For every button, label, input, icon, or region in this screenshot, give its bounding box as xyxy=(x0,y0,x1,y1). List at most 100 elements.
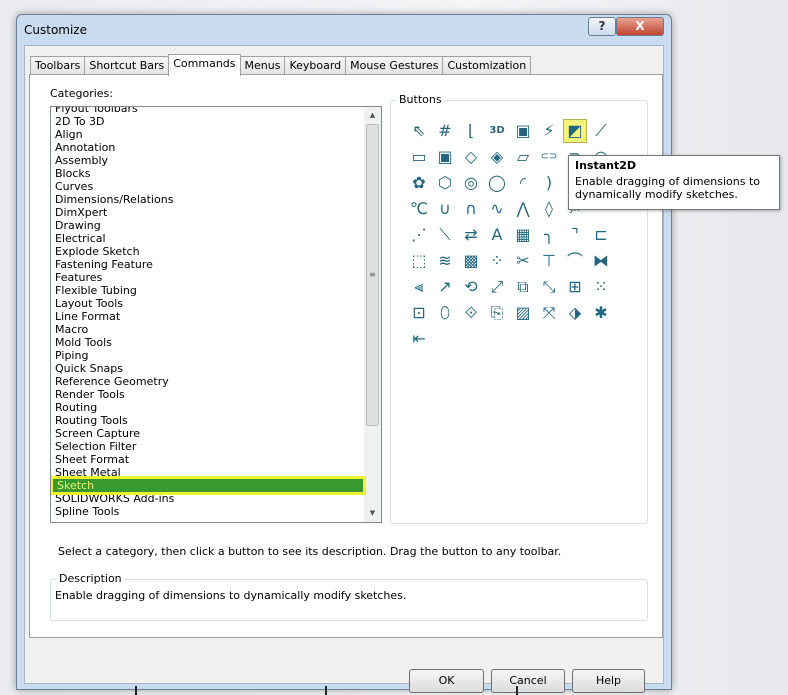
tab-menus[interactable]: Menus xyxy=(239,56,286,76)
category-item[interactable]: Piping xyxy=(51,349,365,362)
tab-customization[interactable]: Customization xyxy=(442,56,532,76)
circular-pattern-icon[interactable]: ⁙ xyxy=(589,275,613,299)
conic-icon[interactable]: ∩ xyxy=(459,197,483,221)
list-scrollbar[interactable]: ▲ ≡ ▼ xyxy=(364,107,381,522)
center-rectangle-icon[interactable]: ▣ xyxy=(433,145,457,169)
instant2d-icon[interactable]: ◩ xyxy=(563,119,587,143)
move-icon[interactable]: ↗ xyxy=(433,275,457,299)
move-entities-icon[interactable]: ⟐ xyxy=(459,301,483,325)
sketch-icon[interactable]: ⌊ xyxy=(459,119,483,143)
text-icon[interactable]: A xyxy=(485,223,509,247)
relation-icon[interactable]: ⬗ xyxy=(563,301,587,325)
category-item[interactable]: Align xyxy=(51,128,365,141)
sketch-picture-icon[interactable]: ▨ xyxy=(511,301,535,325)
close-icon[interactable]: X xyxy=(616,17,664,36)
category-item[interactable]: Curves xyxy=(51,180,365,193)
mirror-icon[interactable]: ⧓ xyxy=(589,249,613,273)
partial-ellipse-icon[interactable]: ℃ xyxy=(407,197,431,221)
tab-toolbars[interactable]: Toolbars xyxy=(30,56,86,76)
intersection-curve-icon[interactable]: ≋ xyxy=(433,249,457,273)
scale-icon[interactable]: ⤢ xyxy=(485,275,509,299)
tab-shortcut-bars[interactable]: Shortcut Bars xyxy=(84,56,170,76)
category-item[interactable]: Explode Sketch xyxy=(51,245,365,258)
help-icon[interactable]: ? xyxy=(588,17,616,36)
quick-sketch-icon[interactable]: ⚡ xyxy=(537,119,561,143)
fillet-icon[interactable]: ╮ xyxy=(537,223,561,247)
midpoint-line-icon[interactable]: ⟍ xyxy=(433,223,457,247)
spline-icon[interactable]: ∿ xyxy=(485,197,509,221)
category-item[interactable]: Selection Filter xyxy=(51,440,365,453)
categories-list[interactable]: Flyout Toolbars 2D To 3D Align Annotation As… xyxy=(50,106,382,523)
category-item[interactable]: Quick Snaps xyxy=(51,362,365,375)
grid-icon[interactable]: # xyxy=(433,119,457,143)
category-item[interactable]: Routing xyxy=(51,401,365,414)
scroll-down-icon[interactable]: ▼ xyxy=(364,505,381,522)
help-button[interactable]: Help xyxy=(572,669,645,693)
face-curves-icon[interactable]: ▩ xyxy=(459,249,483,273)
block-icon[interactable]: ⊡ xyxy=(407,301,431,325)
category-item[interactable]: Blocks xyxy=(51,167,365,180)
centerpoint-arc-icon[interactable]: ◜ xyxy=(511,171,535,195)
category-item[interactable]: 2D To 3D xyxy=(51,115,365,128)
category-item[interactable]: Flyout Toolbars xyxy=(51,107,365,115)
segment-icon[interactable]: ⁘ xyxy=(485,249,509,273)
offset-icon[interactable]: ⇄ xyxy=(459,223,483,247)
category-item[interactable]: Fastening Feature xyxy=(51,258,365,271)
3d-sketch-icon[interactable]: 3D xyxy=(485,119,509,143)
spline-on-surface-icon[interactable]: ◊ xyxy=(537,197,561,221)
slot-icon[interactable]: ⊂⊃ xyxy=(537,145,561,169)
3d-sketch-on-plane-icon[interactable]: ▣ xyxy=(511,119,535,143)
category-item[interactable]: Layout Tools xyxy=(51,297,365,310)
rotate-icon[interactable]: ⟲ xyxy=(459,275,483,299)
category-item[interactable]: Routing Tools xyxy=(51,414,365,427)
category-item[interactable]: DimXpert xyxy=(51,206,365,219)
category-item[interactable]: Dimensions/Relations xyxy=(51,193,365,206)
convert-entities-icon[interactable]: ⬚ xyxy=(407,249,431,273)
3-point-rectangle-icon[interactable]: ◇ xyxy=(459,145,483,169)
category-item[interactable]: Sketch xyxy=(51,476,366,495)
trim-icon[interactable]: ✂ xyxy=(511,249,535,273)
auto-dimension-icon[interactable]: ✱ xyxy=(589,301,613,325)
stretch-icon[interactable]: ⤡ xyxy=(537,275,561,299)
scroll-up-icon[interactable]: ▲ xyxy=(364,107,381,124)
circle-icon[interactable]: ◎ xyxy=(459,171,483,195)
ok-button[interactable]: OK xyxy=(409,669,484,693)
snap-point-icon[interactable]: ⇤ xyxy=(407,327,431,351)
center-3-point-rectangle-icon[interactable]: ◈ xyxy=(485,145,509,169)
category-item[interactable]: Features xyxy=(51,271,365,284)
line-icon[interactable]: ⟋ xyxy=(589,119,613,143)
category-item[interactable]: Mold Tools xyxy=(51,336,365,349)
offset-entities-icon[interactable]: ⊏ xyxy=(589,223,613,247)
category-item[interactable]: Line Format xyxy=(51,310,365,323)
tab-mouse-gestures[interactable]: Mouse Gestures xyxy=(345,56,444,76)
category-item[interactable]: Screen Capture xyxy=(51,427,365,440)
category-item[interactable]: Annotation xyxy=(51,141,365,154)
category-item[interactable]: Sheet Format xyxy=(51,453,365,466)
tab-commands[interactable]: Commands xyxy=(168,54,241,76)
category-item[interactable]: Flexible Tubing xyxy=(51,284,365,297)
chamfer-icon[interactable]: ⌝ xyxy=(563,223,587,247)
scroll-thumb[interactable]: ≡ xyxy=(366,124,379,426)
rectangle-icon[interactable]: ▭ xyxy=(407,145,431,169)
tab-keyboard[interactable]: Keyboard xyxy=(284,56,347,76)
category-item[interactable]: Electrical xyxy=(51,232,365,245)
style-spline-icon[interactable]: ⋀ xyxy=(511,197,535,221)
select-icon[interactable]: ⇖ xyxy=(407,119,431,143)
category-item[interactable]: Drawing xyxy=(51,219,365,232)
dynamic-mirror-icon[interactable]: ⫷ xyxy=(407,275,431,299)
fix-icon[interactable]: ⤧ xyxy=(537,301,561,325)
loop-icon[interactable]: ⬯ xyxy=(433,301,457,325)
split-entities-icon[interactable]: ⌒ xyxy=(563,249,587,273)
cancel-button[interactable]: Cancel xyxy=(491,669,565,693)
category-item[interactable]: Spline Tools xyxy=(51,505,365,518)
plane-icon[interactable]: ▦ xyxy=(511,223,535,247)
category-item[interactable]: SOLIDWORKS Add-ins xyxy=(51,492,365,505)
category-item[interactable]: Render Tools xyxy=(51,388,365,401)
category-item[interactable]: Assembly xyxy=(51,154,365,167)
perimeter-circle-icon[interactable]: ◯ xyxy=(485,171,509,195)
extend-icon[interactable]: ⊤ xyxy=(537,249,561,273)
copy-entities-icon[interactable]: ⎘ xyxy=(485,301,509,325)
category-item[interactable]: Macro xyxy=(51,323,365,336)
polygon-shape-icon[interactable]: ✿ xyxy=(407,171,431,195)
category-item[interactable]: Sheet Metal xyxy=(51,466,365,479)
